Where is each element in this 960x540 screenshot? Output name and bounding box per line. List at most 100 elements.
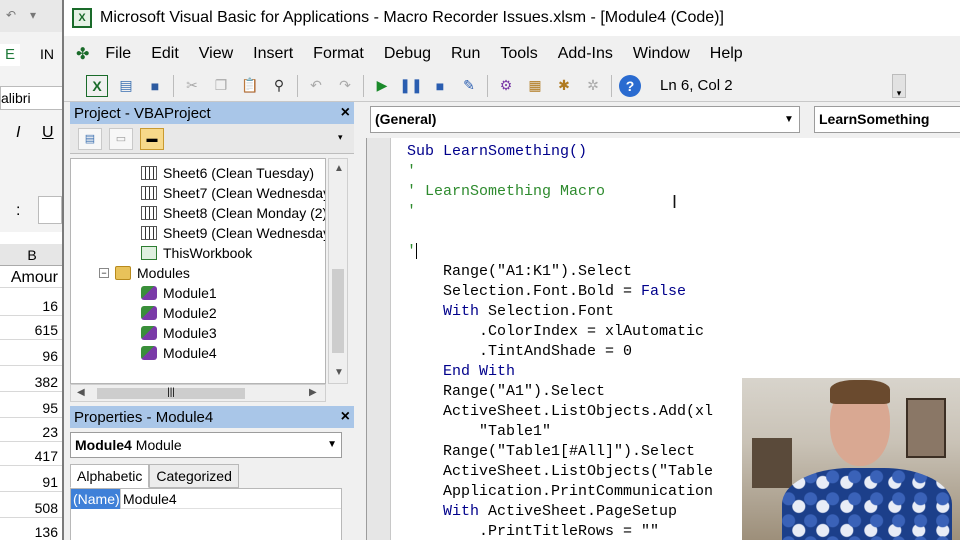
- excel-tab-file[interactable]: E: [0, 44, 20, 66]
- chevron-down-icon[interactable]: ▼: [781, 111, 797, 128]
- object-dropdown[interactable]: (General) ▼: [370, 106, 800, 133]
- scroll-left-icon[interactable]: ◀: [77, 387, 85, 398]
- tree-item-module3[interactable]: Module3: [141, 323, 217, 343]
- code-line[interactable]: End With: [407, 362, 515, 382]
- toolbox-icon[interactable]: ✲: [582, 75, 604, 97]
- procedure-dropdown[interactable]: LearnSomething: [814, 106, 960, 133]
- tree-item-thisworkbook[interactable]: ThisWorkbook: [141, 243, 252, 263]
- toolbar-overflow-icon[interactable]: ▾: [892, 74, 906, 98]
- menu-insert[interactable]: Insert: [253, 45, 293, 63]
- cut-icon[interactable]: ✂: [181, 75, 203, 97]
- tree-item-sheet7[interactable]: Sheet7 (Clean Wednesday: [141, 183, 325, 203]
- undo-icon[interactable]: ↶: [6, 8, 16, 22]
- object-browser-icon[interactable]: ✱: [553, 75, 575, 97]
- copy-icon[interactable]: ❐: [210, 75, 232, 97]
- tree-item-sheet8[interactable]: Sheet8 (Clean Monday (2): [141, 203, 325, 223]
- code-line[interactable]: ': [407, 162, 416, 182]
- menu-edit[interactable]: Edit: [151, 45, 179, 63]
- project-explorer-icon[interactable]: ⚙: [495, 75, 517, 97]
- tab-alphabetic[interactable]: Alphabetic: [70, 464, 150, 488]
- code-line[interactable]: ActiveSheet.ListObjects.Add(xl: [407, 402, 713, 422]
- run-icon[interactable]: ▶: [371, 75, 393, 97]
- project-vertical-scrollbar[interactable]: ▲ ▼: [328, 158, 348, 384]
- code-margin[interactable]: [367, 138, 391, 540]
- menu-format[interactable]: Format: [313, 45, 364, 63]
- code-line[interactable]: With ActiveSheet.PageSetup: [407, 502, 677, 522]
- column-title-cell[interactable]: Amour: [0, 268, 62, 288]
- undo-icon[interactable]: ↶: [305, 75, 327, 97]
- property-value[interactable]: Module4: [121, 491, 177, 507]
- excel-tab-insert[interactable]: IN: [40, 46, 54, 62]
- redo-icon[interactable]: ↷: [334, 75, 356, 97]
- tab-categorized[interactable]: Categorized: [149, 464, 239, 488]
- table-cell[interactable]: 16: [0, 296, 62, 316]
- italic-button[interactable]: I: [16, 124, 20, 142]
- scroll-up-icon[interactable]: ▲: [334, 163, 344, 174]
- collapse-icon[interactable]: −: [99, 268, 109, 278]
- properties-window-icon[interactable]: ▦: [524, 75, 546, 97]
- property-row[interactable]: (Name) Module4: [71, 488, 341, 509]
- table-cell[interactable]: 96: [0, 346, 62, 366]
- tree-item-sheet6[interactable]: Sheet6 (Clean Tuesday): [141, 163, 314, 183]
- code-line[interactable]: "Table1": [407, 422, 551, 442]
- table-cell[interactable]: 417: [0, 446, 62, 466]
- code-line[interactable]: ' LearnSomething Macro: [407, 182, 605, 202]
- column-header-b[interactable]: B: [0, 244, 64, 266]
- code-line[interactable]: Range("Table1[#All]").Select: [407, 442, 695, 462]
- code-line[interactable]: .TintAndShade = 0: [407, 342, 632, 362]
- code-line[interactable]: Application.PrintCommunication: [407, 482, 713, 502]
- menu-file[interactable]: File: [105, 45, 131, 63]
- scroll-right-icon[interactable]: ▶: [309, 387, 317, 398]
- break-icon[interactable]: ❚❚: [399, 75, 422, 97]
- code-line[interactable]: Selection.Font.Bold = False: [407, 282, 686, 302]
- find-icon[interactable]: ⚲: [268, 75, 290, 97]
- menu-help[interactable]: Help: [710, 45, 743, 63]
- vba-icon[interactable]: ✤: [76, 44, 89, 64]
- table-cell[interactable]: 136: [0, 522, 62, 540]
- help-icon[interactable]: ?: [619, 74, 641, 97]
- dropdown-icon[interactable]: ▾: [30, 8, 36, 22]
- tree-item-sheet9[interactable]: Sheet9 (Clean Wednesday: [141, 223, 325, 243]
- menu-view[interactable]: View: [199, 45, 233, 63]
- code-line[interactable]: .ColorIndex = xlAutomatic: [407, 322, 704, 342]
- pane-overflow-icon[interactable]: ▾: [338, 132, 343, 143]
- table-cell[interactable]: 382: [0, 372, 62, 392]
- scrollbar-thumb[interactable]: [332, 269, 344, 353]
- save-icon[interactable]: ■: [144, 75, 166, 97]
- view-excel-icon[interactable]: X: [86, 74, 108, 97]
- scroll-down-icon[interactable]: ▼: [334, 367, 344, 378]
- menu-debug[interactable]: Debug: [384, 45, 431, 63]
- insert-userform-icon[interactable]: ▤: [115, 75, 137, 97]
- table-cell[interactable]: 508: [0, 498, 62, 518]
- tree-item-modules[interactable]: − Modules: [99, 263, 190, 283]
- chevron-down-icon[interactable]: ▼: [327, 439, 337, 450]
- menu-tools[interactable]: Tools: [500, 45, 537, 63]
- font-name-box[interactable]: alibri: [0, 86, 64, 110]
- menu-run[interactable]: Run: [451, 45, 480, 63]
- table-cell[interactable]: 615: [0, 320, 62, 340]
- table-cell[interactable]: 23: [0, 422, 62, 442]
- code-line[interactable]: ': [407, 242, 418, 262]
- tree-item-module4[interactable]: Module4: [141, 343, 217, 363]
- reset-icon[interactable]: ■: [429, 75, 451, 97]
- table-cell[interactable]: 95: [0, 398, 62, 418]
- menu-window[interactable]: Window: [633, 45, 690, 63]
- name-box[interactable]: [38, 196, 62, 224]
- tree-item-module1[interactable]: Module1: [141, 283, 217, 303]
- tree-item-module2[interactable]: Module2: [141, 303, 217, 323]
- view-code-icon[interactable]: ▤: [78, 127, 102, 150]
- code-line[interactable]: ': [407, 202, 416, 222]
- code-line[interactable]: ActiveSheet.ListObjects("Table: [407, 462, 713, 482]
- toggle-folders-icon[interactable]: ▬: [140, 127, 164, 150]
- code-line[interactable]: .PrintTitleRows = "": [407, 522, 659, 540]
- close-icon[interactable]: ×: [341, 104, 350, 122]
- paste-icon[interactable]: 📋: [239, 75, 261, 97]
- underline-button[interactable]: U: [42, 124, 54, 142]
- design-mode-icon[interactable]: ✎: [458, 75, 480, 97]
- table-cell[interactable]: 91: [0, 472, 62, 492]
- scrollbar-thumb[interactable]: |||: [97, 388, 245, 399]
- close-icon[interactable]: ×: [341, 408, 350, 426]
- code-line[interactable]: Range("A1:K1").Select: [407, 262, 632, 282]
- object-selector[interactable]: Module4 Module ▼: [70, 432, 342, 458]
- code-line[interactable]: With Selection.Font: [407, 302, 614, 322]
